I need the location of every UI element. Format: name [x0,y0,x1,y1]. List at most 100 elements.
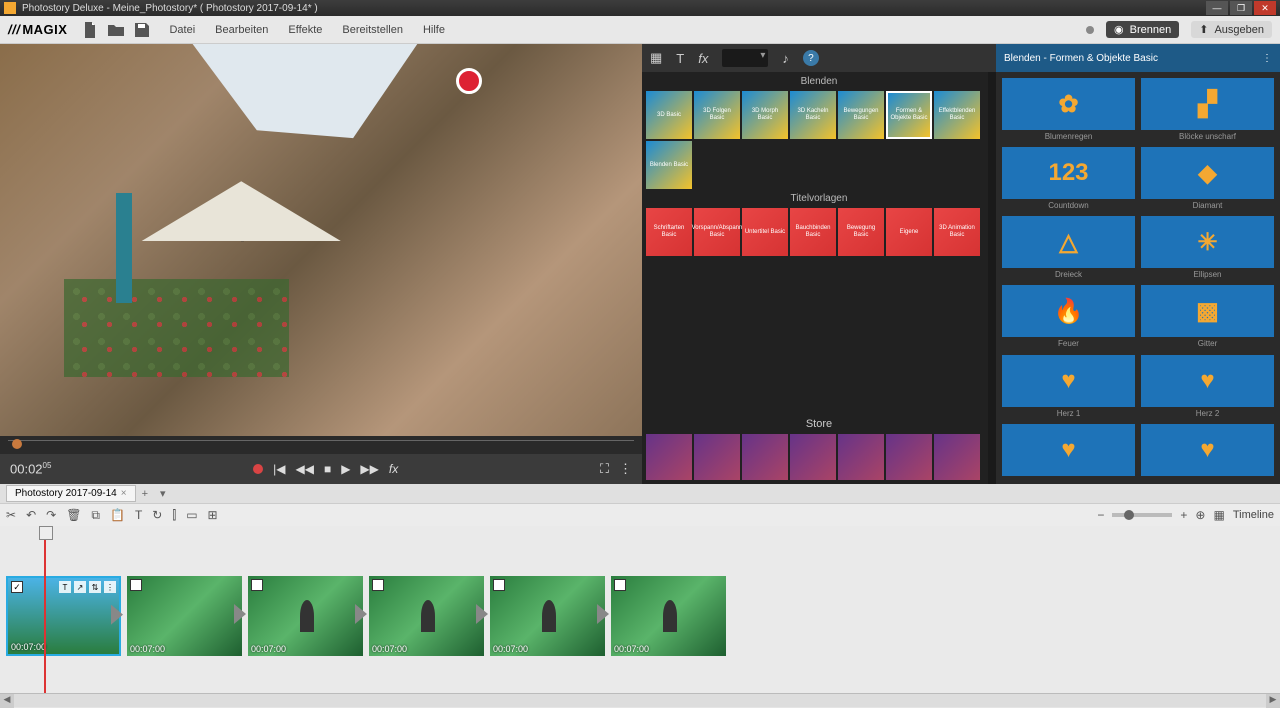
timeline-clip[interactable]: ✓T↗⇅⋮00:07:00 [6,576,121,656]
redo-icon[interactable]: ↷ [46,508,56,522]
clip-tool-icon[interactable]: ⋮ [104,581,116,593]
timeline-clip[interactable]: 00:07:00 [490,576,605,656]
clip-transition-handle[interactable] [355,604,367,624]
zoom-in-icon[interactable]: + [1180,508,1187,522]
timeline-clip[interactable]: 00:07:00 [611,576,726,656]
tool-icon[interactable]: ⫿ [172,508,176,523]
undo-icon[interactable]: ↶ [26,508,36,522]
skip-start-button[interactable]: |◀ [273,462,285,476]
side-effect-item[interactable]: ✳Ellipsen [1141,216,1274,279]
side-effect-item[interactable]: 123Countdown [1002,147,1135,210]
cat-3d-kacheln[interactable]: 3D Kacheln Basic [790,91,836,139]
side-menu-button[interactable]: ⋮ [1262,53,1272,64]
clip-tool-icon[interactable]: ↗ [74,581,86,593]
side-effect-item[interactable]: ♥Herz 2 [1141,355,1274,418]
menu-effekte[interactable]: Effekte [278,24,332,36]
preview-scrubber[interactable] [0,436,642,454]
title-icon[interactable]: T [135,508,142,522]
play-button[interactable]: ▶ [341,462,350,476]
delete-icon[interactable]: 🗑 [66,508,81,522]
cat-bewegung[interactable]: Bewegung Basic [838,208,884,256]
clip-transition-handle[interactable] [597,604,609,624]
cut-icon[interactable]: ✂ [6,508,16,522]
save-icon[interactable] [133,21,151,39]
side-effect-item[interactable]: ◆Diamant [1141,147,1274,210]
store-item[interactable] [694,434,740,480]
menu-hilfe[interactable]: Hilfe [413,24,455,36]
fit-icon[interactable]: ⊕ [1195,508,1205,522]
side-effect-item[interactable]: △Dreieck [1002,216,1135,279]
menu-datei[interactable]: Datei [159,24,205,36]
side-effect-item[interactable]: ♥ [1002,424,1135,478]
minimize-button[interactable]: — [1206,1,1228,15]
playhead[interactable] [44,526,46,693]
side-effect-item[interactable]: ▩Gitter [1141,285,1274,348]
preview-viewport[interactable] [0,44,642,436]
grid-view-icon[interactable]: ▦ [650,50,662,66]
fullscreen-button[interactable]: ⛶ [600,461,609,477]
rewind-button[interactable]: ◀◀ [295,462,313,476]
timeline-body[interactable]: ✓T↗⇅⋮00:07:0000:07:0000:07:0000:07:0000:… [0,526,1280,693]
store-item[interactable] [790,434,836,480]
menu-bereitstellen[interactable]: Bereitstellen [332,24,413,36]
tab-close-icon[interactable]: × [121,488,127,499]
timeline-clip[interactable]: 00:07:00 [248,576,363,656]
fx-button[interactable]: fx [389,462,398,476]
help-icon[interactable]: ? [803,50,819,66]
preview-menu-button[interactable]: ⋮ [619,461,632,477]
side-effect-item[interactable]: ✿Blumenregen [1002,78,1135,141]
clip-tool-icon[interactable]: ⇅ [89,581,101,593]
fastfwd-button[interactable]: ▶▶ [360,462,378,476]
cat-3d-morph[interactable]: 3D Morph Basic [742,91,788,139]
cat-3d-folgen[interactable]: 3D Folgen Basic [694,91,740,139]
menu-bearbeiten[interactable]: Bearbeiten [205,24,278,36]
cat-3d-basic[interactable]: 3D Basic [646,91,692,139]
store-item[interactable] [934,434,980,480]
clip-checkbox[interactable] [614,579,626,591]
open-folder-icon[interactable] [107,21,125,39]
timeline-h-scrollbar[interactable]: ◀ ▶ [0,693,1280,707]
cat-bauchbinden[interactable]: Bauchbinden Basic [790,208,836,256]
cat-bewegungen[interactable]: Bewegungen Basic [838,91,884,139]
clip-transition-handle[interactable] [111,605,123,625]
new-file-icon[interactable] [81,21,99,39]
clip-checkbox[interactable] [130,579,142,591]
clip-checkbox[interactable]: ✓ [11,581,23,593]
zoom-out-icon[interactable]: − [1097,508,1104,522]
burn-button[interactable]: ◉ Brennen [1106,21,1179,38]
export-button[interactable]: ⬆ Ausgeben [1191,21,1272,38]
tab-add-button[interactable]: + [136,486,154,502]
zoom-slider[interactable] [1112,513,1172,517]
media-scrollbar[interactable] [988,72,996,484]
clip-transition-handle[interactable] [234,604,246,624]
grid-toggle-icon[interactable]: ▦ [1213,508,1224,522]
cat-blenden-basic[interactable]: Blenden Basic [646,141,692,189]
side-effect-item[interactable]: ▞Blöcke unscharf [1141,78,1274,141]
music-icon[interactable]: ♪ [782,51,789,66]
store-item[interactable] [646,434,692,480]
clip-checkbox[interactable] [493,579,505,591]
cat-schriftarten[interactable]: Schriftarten Basic [646,208,692,256]
view-mode-label[interactable]: Timeline [1233,509,1274,521]
clip-checkbox[interactable] [372,579,384,591]
side-effect-item[interactable]: 🔥Feuer [1002,285,1135,348]
tool-icon[interactable]: ▭ [186,508,197,522]
media-filter-dropdown[interactable] [722,49,768,67]
timeline-clip[interactable]: 00:07:00 [369,576,484,656]
cat-3d-animation[interactable]: 3D Animation Basic [934,208,980,256]
cat-untertitel[interactable]: Untertitel Basic [742,208,788,256]
store-item[interactable] [838,434,884,480]
text-icon[interactable]: T [676,51,684,66]
scroll-left-button[interactable]: ◀ [0,694,14,708]
side-effect-item[interactable]: ♥ [1141,424,1274,478]
store-item[interactable] [742,434,788,480]
clip-transition-handle[interactable] [476,604,488,624]
copy-icon[interactable]: ⧉ [91,508,100,523]
close-button[interactable]: ✕ [1254,1,1276,15]
rotate-icon[interactable]: ↻ [152,508,162,522]
tab-dropdown-button[interactable]: ▾ [154,485,172,502]
timeline-clip[interactable]: 00:07:00 [127,576,242,656]
scroll-right-button[interactable]: ▶ [1266,694,1280,708]
cat-eigene[interactable]: Eigene [886,208,932,256]
clip-tool-icon[interactable]: T [59,581,71,593]
